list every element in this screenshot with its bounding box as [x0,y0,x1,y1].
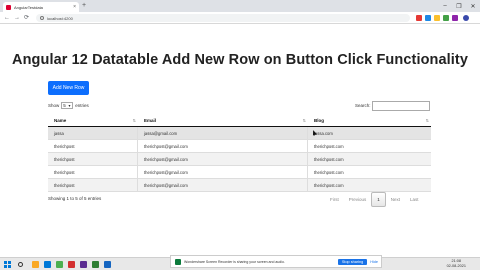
taskbar-app-icon[interactable] [80,261,87,268]
taskbar-app-icon[interactable] [92,261,99,268]
entries-length-select[interactable]: 5 ▼ [61,102,74,109]
cell-name: jassa [48,127,138,139]
table-info: Showing 1 to 5 of 5 entries [48,196,102,201]
window-controls: – ❐ ✕ [438,0,480,12]
reload-button[interactable]: ⟳ [24,14,29,22]
chevron-down-icon: ▼ [67,103,72,108]
table-row[interactable]: therichpost therichpost@gmail.com theric… [48,179,431,192]
cell-email: therichpost@gmail.com [138,140,308,152]
stop-sharing-button[interactable]: Stop sharing [337,258,368,265]
sort-icon: ⇅ [425,118,429,123]
windows-start-icon[interactable] [4,261,11,268]
search-icon[interactable] [18,262,23,267]
profile-avatar-icon[interactable] [463,15,469,21]
site-info-icon[interactable] [40,16,44,20]
address-url: localhost:4200 [47,15,73,21]
add-new-row-button[interactable]: Add New Row [48,81,89,95]
cell-name: therichpost [48,179,138,191]
pagination: First Previous 1 Next Last [325,192,424,207]
taskbar-app-icon[interactable] [32,261,39,268]
taskbar-app-icon[interactable] [68,261,75,268]
extension-icon[interactable] [452,15,458,21]
new-tab-button[interactable]: + [82,2,86,10]
cell-blog: jassa.com [314,131,333,136]
cell-blog: therichpost.com [314,183,344,188]
forward-button[interactable]: → [14,14,20,22]
column-header-label: Name [54,118,67,123]
cell-email: therichpost@gmail.com [138,153,308,165]
taskbar-clock[interactable]: 21:08 02-08-2021 [447,259,466,269]
entries-length-value: 5 [63,103,66,108]
hide-button[interactable]: Hide [370,260,378,264]
back-button[interactable]: ← [4,14,10,22]
column-header-email[interactable]: Email ⇅ [138,115,308,126]
extension-icon[interactable] [425,15,431,21]
last-page-button[interactable]: Last [405,193,424,206]
table-row[interactable]: therichpost therichpost@gmail.com theric… [48,140,431,153]
cell-email: therichpost@gmail.com [138,166,308,178]
cell-blog: therichpost.com [314,144,344,149]
sort-icon: ⇅ [132,118,136,123]
table-row[interactable]: therichpost therichpost@gmail.com theric… [48,166,431,179]
maximize-button[interactable]: ❐ [452,0,466,12]
next-page-button[interactable]: Next [386,193,405,206]
recorder-icon [175,258,181,265]
sharing-message: Wondershare Screen Recorder is sharing y… [184,259,285,264]
datatable: Name ⇅ Email ⇅ Blog ⇅ jassa jassa@gmail.… [48,115,431,192]
column-header-label: Blog [314,118,324,123]
table-row[interactable]: jassa jassa@gmail.com jassa.com [48,127,431,140]
first-page-button[interactable]: First [325,193,344,206]
show-label: Show [48,103,60,108]
column-header-label: Email [144,118,157,123]
table-row[interactable]: therichpost therichpost@gmail.com theric… [48,153,431,166]
minimize-button[interactable]: – [438,0,452,12]
browser-tab[interactable]: AngularTestdata × [3,2,79,12]
entries-label: entries [75,103,89,108]
cell-name: therichpost [48,140,138,152]
sort-icon: ⇅ [302,118,306,123]
address-bar[interactable]: localhost:4200 [36,14,410,22]
table-header: Name ⇅ Email ⇅ Blog ⇅ [48,115,431,127]
screen-sharing-notification: Wondershare Screen Recorder is sharing y… [170,255,382,268]
column-header-blog[interactable]: Blog ⇅ [308,115,431,126]
cell-name: therichpost [48,153,138,165]
cell-name: therichpost [48,166,138,178]
column-header-name[interactable]: Name ⇅ [48,115,138,126]
tab-close-icon[interactable]: × [73,4,76,10]
cell-email: jassa@gmail.com [138,127,308,139]
taskbar-app-icon[interactable] [44,261,51,268]
browser-toolbar: ← → ⟳ localhost:4200 [0,12,480,24]
current-page-button[interactable]: 1 [371,192,386,207]
extension-icon[interactable] [416,15,422,21]
cell-blog: therichpost.com [314,157,344,162]
page-title: Angular 12 Datatable Add New Row on Butt… [12,52,468,68]
extension-icon[interactable] [443,15,449,21]
taskbar-app-icon[interactable] [104,261,111,268]
clock-date: 02-08-2021 [446,264,466,268]
tab-title: AngularTestdata [14,4,43,10]
length-control: Show 5 ▼ entries [48,102,89,109]
search-label: Search: [355,103,371,108]
close-window-button[interactable]: ✕ [466,0,480,12]
cell-email: therichpost@gmail.com [138,179,308,191]
browser-tab-strip: AngularTestdata × + – ❐ ✕ [0,0,480,12]
angular-favicon-icon [6,4,11,10]
taskbar-app-icon[interactable] [56,261,63,268]
search-input[interactable] [372,101,430,111]
previous-page-button[interactable]: Previous [344,193,372,206]
cell-blog: therichpost.com [314,170,344,175]
extension-icon[interactable] [434,15,440,21]
